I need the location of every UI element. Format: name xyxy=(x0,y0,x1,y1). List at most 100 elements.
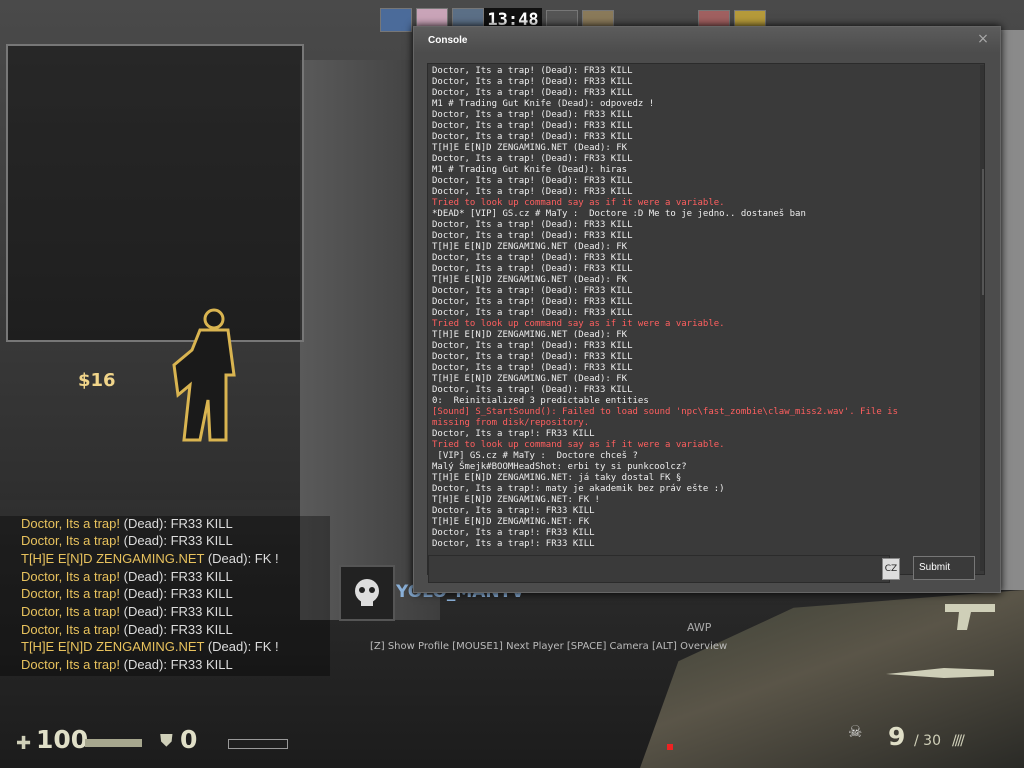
armor-bar xyxy=(228,739,288,749)
ammo-reserve: / 30 xyxy=(914,733,941,749)
console-log-line: missing from disk/repository. xyxy=(432,418,590,428)
chat-player-name: Doctor, Its a trap! xyxy=(21,516,120,531)
chat-player-name: Doctor, Its a trap! xyxy=(21,586,120,601)
console-log-line: M1 # Trading Gut Knife (Dead): hiras xyxy=(432,165,628,175)
console-log-line: T[H]E E[N]D ZENGAMING.NET: FK xyxy=(432,517,590,527)
chat-feed: Doctor, Its a trap! (Dead): FR33 KILL Do… xyxy=(0,516,330,676)
chat-text: (Dead): FR33 KILL xyxy=(120,516,233,531)
console-log-line: T[H]E E[N]D ZENGAMING.NET: FK ! xyxy=(432,495,600,505)
console-log-line: Doctor, Its a trap! (Dead): FR33 KILL xyxy=(432,121,633,131)
console-log-line: Doctor, Its a trap! (Dead): FR33 KILL xyxy=(432,176,633,186)
chat-player-name: T[H]E E[N]D ZENGAMING.NET xyxy=(21,551,205,566)
chat-message: Doctor, Its a trap! (Dead): FR33 KILL xyxy=(21,657,233,672)
chat-player-name: Doctor, Its a trap! xyxy=(21,622,120,637)
console-log-line: Doctor, Its a trap! (Dead): FR33 KILL xyxy=(432,88,633,98)
chat-player-name: Doctor, Its a trap! xyxy=(21,657,120,672)
console-log-lines: Doctor, Its a trap! (Dead): FR33 KILL Doc… xyxy=(432,66,968,550)
player-avatar xyxy=(380,8,412,32)
console-titlebar[interactable]: Console × xyxy=(414,27,1000,53)
console-log-line: Doctor, Its a trap!: FR33 KILL xyxy=(432,528,595,538)
console-log-line: Doctor, Its a trap!: FR33 KILL xyxy=(432,539,595,549)
console-log-line: T[H]E E[N]D ZENGAMING.NET (Dead): FK xyxy=(432,330,628,340)
console-log-line: Doctor, Its a trap! (Dead): FR33 KILL xyxy=(432,385,633,395)
armor-value: 0 xyxy=(180,725,198,754)
console-log-line: Doctor, Its a trap! (Dead): FR33 KILL xyxy=(432,231,633,241)
console-log-line: Doctor, Its a trap!: maty je akademik be… xyxy=(432,484,725,494)
chat-message: T[H]E E[N]D ZENGAMING.NET (Dead): FK ! xyxy=(21,639,279,654)
scroll-up-icon[interactable]: ▲ xyxy=(980,67,985,79)
console-log-line: Doctor, Its a trap! (Dead): FR33 KILL xyxy=(432,308,633,318)
money-display: $16 xyxy=(78,370,116,391)
console-log-line: Doctor, Its a trap! (Dead): FR33 KILL xyxy=(432,352,633,362)
console-log-line: Doctor, Its a trap!: FR33 KILL xyxy=(432,506,595,516)
console-log-line: [VIP] GS.cz # MaTy : Doctore chceš ? xyxy=(432,451,638,461)
console-log-line: T[H]E E[N]D ZENGAMING.NET (Dead): FK xyxy=(432,143,628,153)
console-log-line: Tried to look up command say as if it we… xyxy=(432,440,725,450)
chat-text: (Dead): FR33 KILL xyxy=(120,604,233,619)
health-bar xyxy=(85,739,142,747)
console-log-line: Doctor, Its a trap! (Dead): FR33 KILL xyxy=(432,220,633,230)
chat-message: T[H]E E[N]D ZENGAMING.NET (Dead): FK ! xyxy=(21,551,279,566)
chat-text: (Dead): FR33 KILL xyxy=(120,586,233,601)
skull-icon xyxy=(355,579,379,606)
console-log-line: Doctor, Its a trap! (Dead): FR33 KILL xyxy=(432,253,633,263)
console-log-line: Doctor, Its a trap! (Dead): FR33 KILL xyxy=(432,154,633,164)
console-log-line: Tried to look up command say as if it we… xyxy=(432,198,725,208)
console-log-line: Doctor, Its a trap! (Dead): FR33 KILL xyxy=(432,264,633,274)
console-window: Console × Doctor, Its a trap! (Dead): FR… xyxy=(413,26,1001,593)
chat-message: Doctor, Its a trap! (Dead): FR33 KILL xyxy=(21,516,233,531)
console-log-line: Malý Šmejk#BOOMHeadShot: erbi ty si punk… xyxy=(432,462,687,472)
console-log-line: T[H]E E[N]D ZENGAMING.NET (Dead): FK xyxy=(432,374,628,384)
team-silhouette-icon xyxy=(172,308,236,442)
submit-button[interactable]: Submit xyxy=(913,556,975,580)
console-log-line: *DEAD* [VIP] GS.cz # MaTy : Doctore :D M… xyxy=(432,209,806,219)
crosshair xyxy=(667,744,673,750)
console-log-line: Doctor, Its a trap! (Dead): FR33 KILL xyxy=(432,66,633,76)
console-log-line: Doctor, Its a trap! (Dead): FR33 KILL xyxy=(432,297,633,307)
console-log-line: 0: Reinitialized 3 predictable entities xyxy=(432,396,649,406)
weapon-name-label: AWP xyxy=(687,621,712,634)
console-output: Doctor, Its a trap! (Dead): FR33 KILL Doc… xyxy=(427,63,985,575)
console-log-line: [Sound] S_StartSound(): Failed to load s… xyxy=(432,407,898,417)
spectator-controls-hint: [Z] Show Profile [MOUSE1] Next Player [S… xyxy=(370,641,728,652)
console-log-line: Doctor, Its a trap! (Dead): FR33 KILL xyxy=(432,77,633,87)
console-log-line: Doctor, Its a trap! (Dead): FR33 KILL xyxy=(432,363,633,373)
chat-text: (Dead): FR33 KILL xyxy=(120,533,233,548)
chat-text: (Dead): FR33 KILL xyxy=(120,622,233,637)
console-log-line: M1 # Trading Gut Knife (Dead): odpovedz … xyxy=(432,99,655,109)
kills-skull-icon: ☠ xyxy=(848,722,863,741)
scroll-down-icon[interactable]: ▼ xyxy=(980,557,985,569)
console-log-line: Tried to look up command say as if it we… xyxy=(432,319,725,329)
chat-player-name: Doctor, Its a trap! xyxy=(21,604,120,619)
radar xyxy=(6,44,304,342)
console-log-line: T[H]E E[N]D ZENGAMING.NET (Dead): FK xyxy=(432,242,628,252)
keyboard-language-indicator[interactable]: CZ xyxy=(882,558,900,580)
chat-message: Doctor, Its a trap! (Dead): FR33 KILL xyxy=(21,569,233,584)
chat-message: Doctor, Its a trap! (Dead): FR33 KILL xyxy=(21,622,233,637)
chat-message: Doctor, Its a trap! (Dead): FR33 KILL xyxy=(21,604,233,619)
console-title: Console xyxy=(428,35,468,46)
console-log-line: Doctor, Its a trap! (Dead): FR33 KILL xyxy=(432,286,633,296)
console-log-line: T[H]E E[N]D ZENGAMING.NET: já taky dosta… xyxy=(432,473,682,483)
console-command-input[interactable] xyxy=(428,555,890,583)
spectated-player-avatar xyxy=(339,565,395,621)
knife-icon xyxy=(886,668,994,678)
chat-player-name: Doctor, Its a trap! xyxy=(21,569,120,584)
console-scrollbar[interactable]: ▲ ▼ xyxy=(980,65,985,571)
chat-message: Doctor, Its a trap! (Dead): FR33 KILL xyxy=(21,586,233,601)
chat-player-name: Doctor, Its a trap! xyxy=(21,533,120,548)
scroll-thumb[interactable] xyxy=(982,169,984,295)
chat-text: (Dead): FR33 KILL xyxy=(120,657,233,672)
chat-text: (Dead): FR33 KILL xyxy=(120,569,233,584)
close-icon[interactable]: × xyxy=(976,32,990,46)
bullets-icon: //// xyxy=(952,733,965,749)
console-log-line: Doctor, Its a trap! (Dead): FR33 KILL xyxy=(432,110,633,120)
health-value: 100 xyxy=(36,725,89,754)
console-log-line: Doctor, Its a trap! (Dead): FR33 KILL xyxy=(432,341,633,351)
console-log-line: Doctor, Its a trap! (Dead): FR33 KILL xyxy=(432,132,633,142)
ammo-clip: 9 xyxy=(888,722,906,751)
pistol-icon xyxy=(945,604,995,630)
console-log-line: Doctor, Its a trap! (Dead): FR33 KILL xyxy=(432,187,633,197)
chat-text: (Dead): FK ! xyxy=(204,639,279,654)
chat-player-name: T[H]E E[N]D ZENGAMING.NET xyxy=(21,639,205,654)
